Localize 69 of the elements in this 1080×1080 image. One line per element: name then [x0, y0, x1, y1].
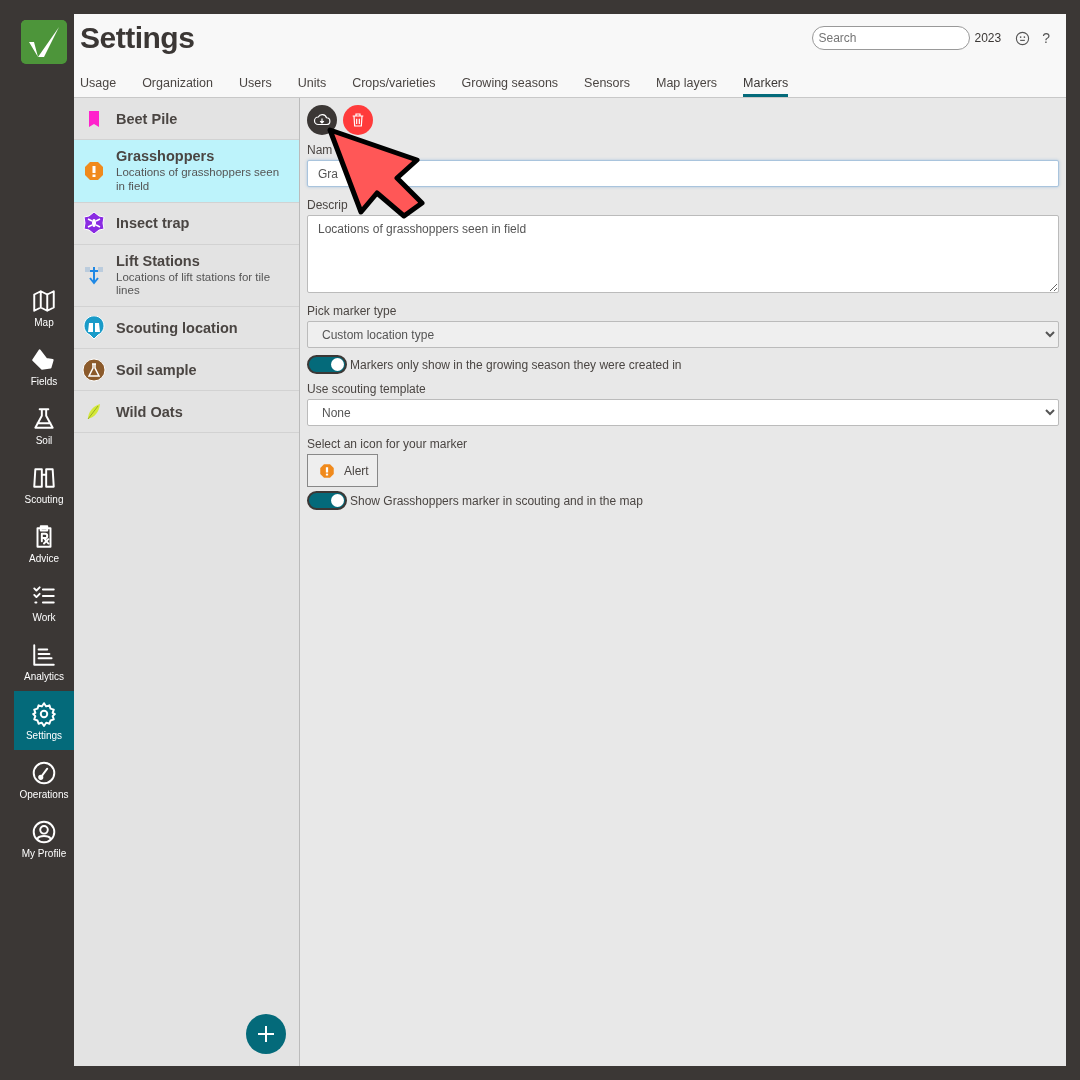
nav-item[interactable]: Settings [14, 691, 74, 750]
nav-item[interactable]: Map [14, 278, 74, 337]
season-year[interactable]: 2023 [974, 31, 1002, 45]
field-label: Select an icon for your marker [307, 437, 468, 451]
marker-list-item[interactable]: Lift Stations Locations of lift stations for tile lines [74, 244, 299, 308]
nav-item[interactable]: Fields [14, 337, 74, 396]
field-label: Use scouting template [307, 382, 426, 396]
marker-title: Lift Stations [116, 252, 201, 269]
settings-tab[interactable]: Growing seasons [461, 72, 559, 97]
nav-item[interactable]: Scouting [14, 455, 74, 514]
settings-tab[interactable]: Sensors [584, 72, 630, 97]
help-button[interactable]: ? [1042, 30, 1050, 46]
settings-tab[interactable]: Crops/varieties [352, 72, 436, 97]
toggle-label: Markers only show in the growing season they were created in [350, 357, 682, 372]
marker-title: Grasshoppers [116, 148, 216, 164]
settings-icon [31, 700, 57, 727]
marker-list-item[interactable]: Wild Oats [74, 391, 299, 434]
add-button[interactable] [246, 1014, 286, 1054]
field-label: Nam [307, 143, 333, 157]
marker-title: Beet Pile [116, 110, 178, 127]
page-title: Settings [80, 21, 195, 55]
settings-tab[interactable]: Users [239, 72, 272, 97]
alert-badge-icon [318, 461, 336, 480]
map-icon [31, 287, 57, 314]
chart-icon [31, 641, 57, 668]
field-shape-icon [31, 346, 57, 373]
show-marker-toggle[interactable] [307, 491, 347, 510]
settings-tab[interactable]: Organization [142, 72, 213, 97]
marker-list-item[interactable]: Insect trap [74, 202, 299, 245]
marker-title: Soil sample [116, 361, 197, 378]
field-label: Descrip [307, 198, 348, 212]
marker-list-item[interactable]: Grasshoppers Locations of grasshoppers seen in field [74, 140, 299, 203]
plus-icon [257, 1025, 275, 1043]
smiley-icon[interactable] [1015, 30, 1031, 46]
trash-icon [350, 112, 366, 128]
marker-type-select[interactable]: Custom location type [307, 321, 1059, 348]
marker-title: Wild Oats [116, 403, 183, 420]
field-label: Pick marker type [307, 304, 397, 318]
settings-tab[interactable]: Usage [80, 72, 117, 97]
marker-description: Locations of lift stations for tile lines [116, 270, 272, 299]
icon-picker-button[interactable]: Alert [307, 454, 378, 487]
name-field[interactable]: Gra [307, 160, 1059, 187]
marker-description: Locations of grasshoppers seen in field [116, 166, 281, 194]
delete-button[interactable] [343, 105, 373, 135]
settings-tab[interactable]: Units [297, 72, 327, 97]
nav-item[interactable]: Advice [14, 514, 74, 573]
nav-item[interactable]: Soil [14, 396, 74, 455]
toggle-label: Show Grasshoppers marker in scouting and in the map [350, 493, 643, 508]
search-field[interactable]: Search [811, 26, 970, 50]
marker-title: Insect trap [116, 215, 190, 232]
insect-badge-icon [82, 211, 106, 236]
template-select[interactable]: None [307, 399, 1059, 426]
nav-item[interactable]: Analytics [14, 632, 74, 691]
nav-item[interactable]: Work [14, 573, 74, 632]
flask-badge-icon [82, 357, 106, 382]
marker-list-item[interactable]: Scouting location [74, 307, 299, 350]
binoculars-pin-icon [82, 315, 106, 340]
marker-title: Scouting location [116, 319, 238, 336]
flask-icon [31, 405, 57, 432]
settings-tab[interactable]: Map layers [655, 72, 718, 97]
logo-icon[interactable] [21, 20, 67, 64]
save-button[interactable] [307, 105, 337, 135]
marker-list-item[interactable]: Soil sample [74, 349, 299, 392]
season-toggle[interactable] [307, 355, 347, 374]
gauge-icon [31, 759, 57, 786]
nav-item[interactable]: Operations [14, 750, 74, 809]
profile-icon [31, 818, 57, 845]
description-field[interactable]: Locations of grasshoppers seen in field [307, 215, 1059, 293]
nav-item[interactable]: My Profile [14, 809, 74, 868]
